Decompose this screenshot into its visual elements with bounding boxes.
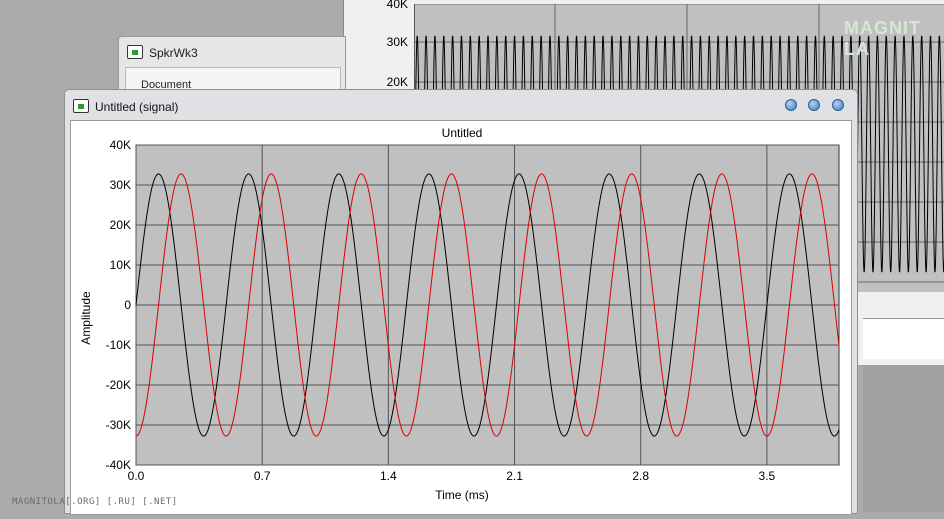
chart-title: Untitled [442,126,483,140]
bg-y-tick-label: 40K [386,0,408,11]
chart-client-area: 40K 30K 20K 10K 0 -10K -20K -30K -40K 0.0 0.7 1.4 2.… [70,120,852,515]
watermark-logo: MAGNIT LA [844,18,921,59]
x-tick-label: 2.1 [506,469,523,483]
window-title: SpkrWk3 [149,46,198,60]
close-button[interactable] [832,99,844,111]
y-tick-label: 0 [124,298,131,312]
y-tick-label: -20K [106,378,131,392]
y-tick-label: 40K [110,138,131,152]
x-tick-label: 0.7 [254,469,271,483]
y-tick-label: 20K [110,218,131,232]
bg-lower-panel [863,365,944,512]
y-tick-label: -10K [106,338,131,352]
x-axis-label: Time (ms) [435,488,489,502]
app-icon [73,99,89,113]
footer-watermark: MAGNITOLA[.ORG] [.RU] [.NET] [12,497,178,507]
x-tick-label: 2.8 [632,469,649,483]
bg-y-tick-label: 30K [386,35,408,49]
x-tick-label: 1.4 [380,469,397,483]
signal-chart: 40K30K20K10K0-10K-20K-30K-40K0.0 0.7 1.4 2.… [79,126,840,502]
y-axis-label: Amplitude [79,291,93,345]
x-tick-label: 3.5 [759,469,776,483]
y-tick-label: 10K [110,258,131,272]
bg-y-tick-label: 20K [386,75,408,89]
y-tick-label: -30K [106,418,131,432]
app-icon [127,45,143,59]
minimize-button[interactable] [785,99,797,111]
maximize-button[interactable] [808,99,820,111]
signal-window[interactable]: Untitled (signal) 40K 30K 20K 10K 0 -10K -20K -… [64,89,858,515]
x-tick-label: 0.0 [128,469,145,483]
y-tick-label: 30K [110,178,131,192]
bg-status-area [863,318,944,359]
window-title: Untitled (signal) [95,100,179,114]
